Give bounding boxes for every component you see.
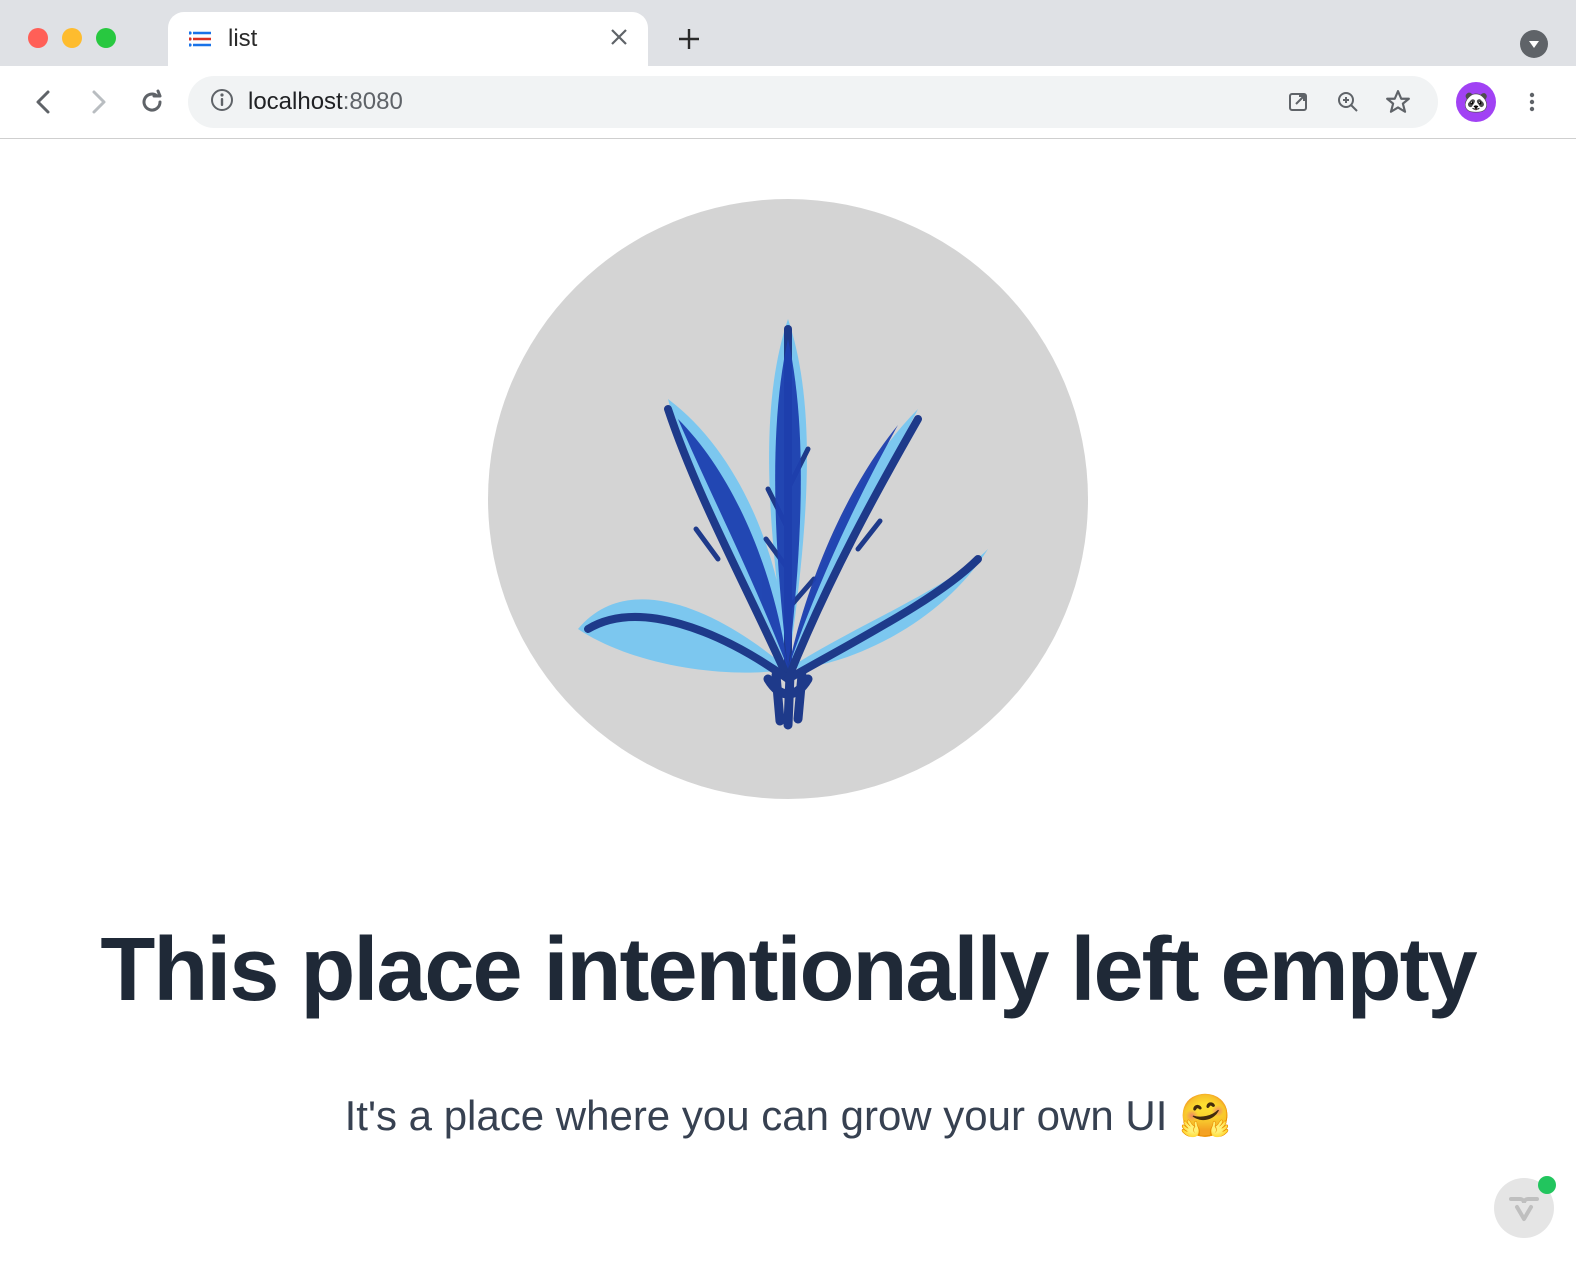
plant-icon — [518, 229, 1058, 769]
dev-tools-badge[interactable] — [1494, 1178, 1554, 1238]
browser-toolbar: localhost:8080 🐼 — [0, 66, 1576, 138]
bookmark-icon[interactable] — [1380, 84, 1416, 120]
browser-tab[interactable]: list — [168, 12, 648, 66]
empty-state-headline: This place intentionally left empty — [100, 919, 1475, 1022]
open-external-icon[interactable] — [1280, 84, 1316, 120]
reload-button[interactable] — [134, 84, 170, 120]
url-text: localhost:8080 — [248, 88, 403, 116]
address-bar[interactable]: localhost:8080 — [188, 76, 1438, 128]
window-minimize-button[interactable] — [62, 28, 82, 48]
browser-chrome: list localhost:8080 — [0, 0, 1576, 139]
window-maximize-button[interactable] — [96, 28, 116, 48]
url-port: :8080 — [343, 88, 403, 115]
window-close-button[interactable] — [28, 28, 48, 48]
profile-avatar[interactable]: 🐼 — [1456, 82, 1496, 122]
zoom-icon[interactable] — [1330, 84, 1366, 120]
tabs-dropdown-button[interactable] — [1520, 30, 1548, 58]
avatar-emoji: 🐼 — [1464, 90, 1489, 115]
tab-title: list — [228, 25, 596, 53]
list-icon — [188, 26, 214, 52]
window-controls — [28, 28, 116, 48]
browser-menu-button[interactable] — [1514, 84, 1550, 120]
url-host: localhost — [248, 88, 343, 115]
empty-state-subline: It's a place where you can grow your own… — [345, 1092, 1232, 1141]
forward-button[interactable] — [80, 84, 116, 120]
tab-strip: list — [0, 0, 1576, 66]
page-content: This place intentionally left empty It's… — [0, 139, 1576, 1141]
back-button[interactable] — [26, 84, 62, 120]
new-tab-button[interactable] — [668, 18, 710, 60]
vaadin-logo-icon — [1507, 1191, 1541, 1225]
site-info-icon[interactable] — [210, 88, 234, 117]
empty-state-illustration — [488, 199, 1088, 799]
tab-close-button[interactable] — [610, 25, 628, 53]
